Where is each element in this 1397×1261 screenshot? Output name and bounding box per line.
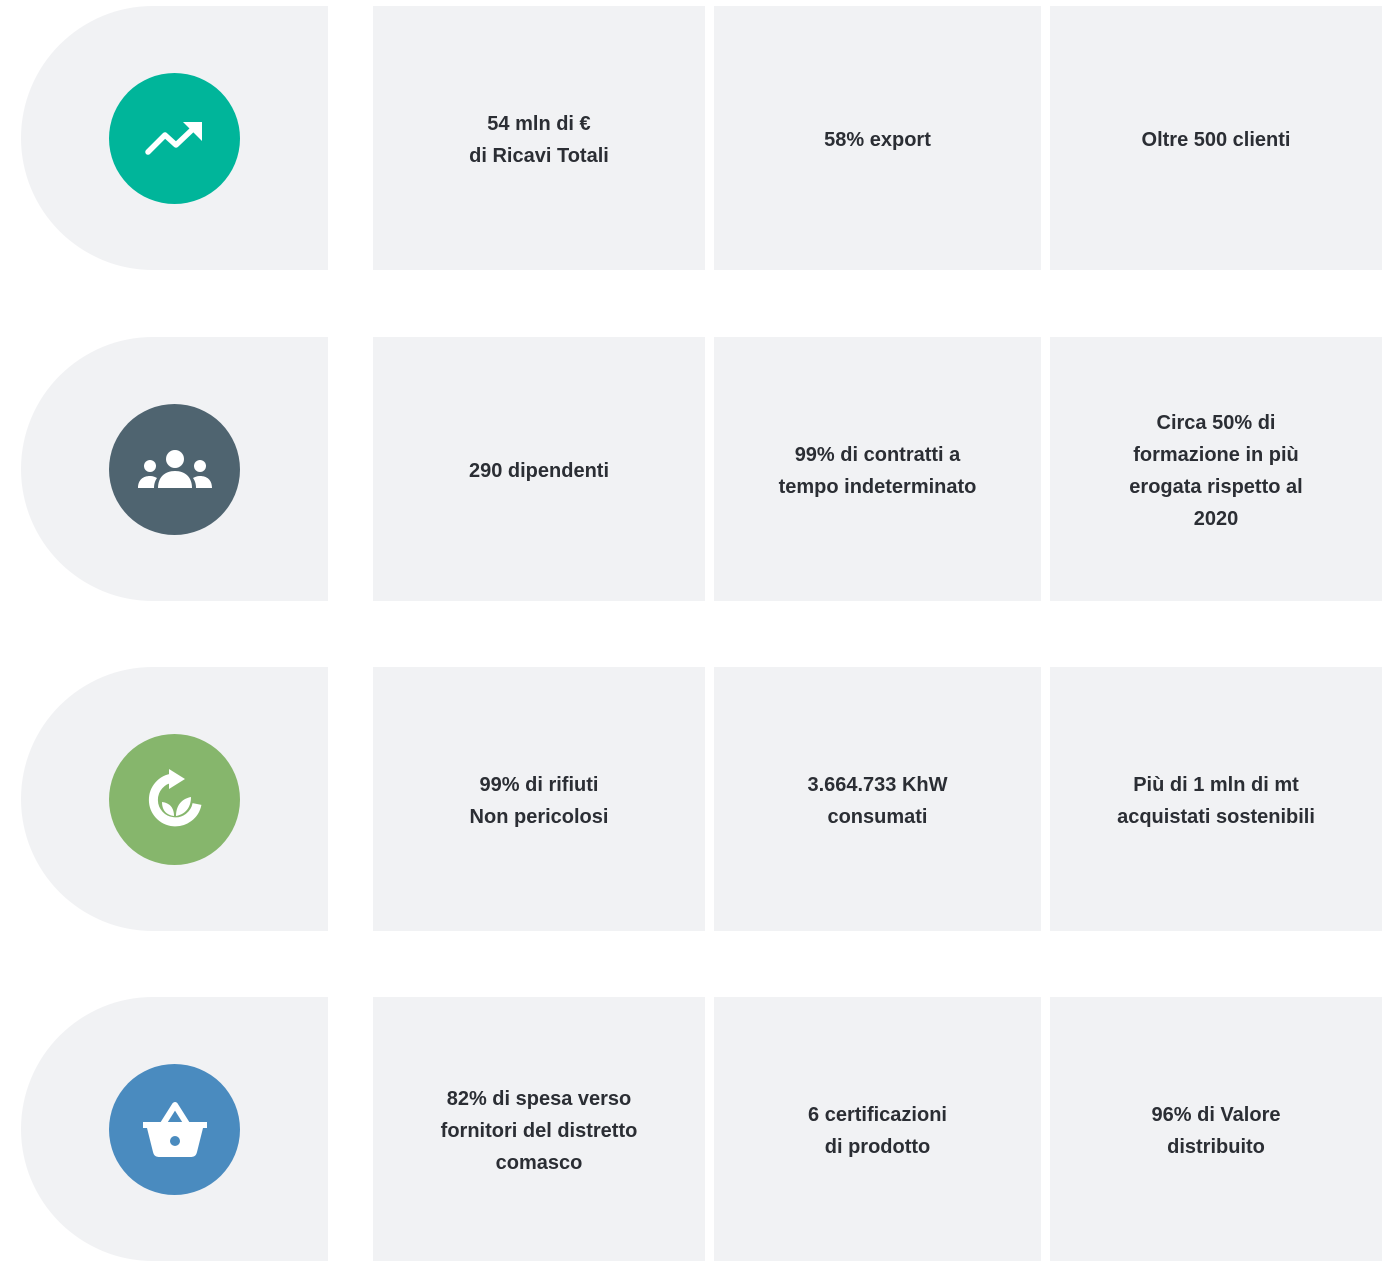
stat-local-suppliers-text: 82% di spesa verso fornitori del distret… xyxy=(440,1088,638,1174)
shopping-basket-icon xyxy=(109,1064,240,1195)
stat-contracts: 99% di contratti a tempo indeterminato xyxy=(714,337,1041,601)
stats-row-social: 290 dipendenti 99% di contratti a tempo … xyxy=(0,337,1397,601)
stat-clients-text: Oltre 500 clienti xyxy=(1141,129,1291,151)
stat-sustainable-purchases-text: Più di 1 mln di mt acquistati sostenibil… xyxy=(1117,774,1315,828)
stat-training-text: Circa 50% di formazione in più erogata r… xyxy=(1129,412,1303,530)
stats-row-economic: 54 mln di € di Ricavi Totali 58% export … xyxy=(0,6,1397,270)
stat-employees: 290 dipendenti xyxy=(373,337,705,601)
stat-waste: 99% di rifiuti Non pericolosi xyxy=(373,667,705,931)
trending-up-icon xyxy=(109,73,240,204)
stats-row-environmental: 99% di rifiuti Non pericolosi 3.664.733 … xyxy=(0,667,1397,931)
icon-panel xyxy=(21,337,328,601)
stat-export: 58% export xyxy=(714,6,1041,270)
people-group-icon xyxy=(109,404,240,535)
stat-clients: Oltre 500 clienti xyxy=(1050,6,1382,270)
icon-panel xyxy=(21,6,328,270)
stat-revenue: 54 mln di € di Ricavi Totali xyxy=(373,6,705,270)
icon-panel xyxy=(21,667,328,931)
stat-sustainable-purchases: Più di 1 mln di mt acquistati sostenibil… xyxy=(1050,667,1382,931)
stats-row-supply-chain: 82% di spesa verso fornitori del distret… xyxy=(0,997,1397,1261)
stat-local-suppliers: 82% di spesa verso fornitori del distret… xyxy=(373,997,705,1261)
stat-distributed-value-text: 96% di Valore distribuito xyxy=(1151,1104,1281,1158)
stat-energy: 3.664.733 KhW consumati xyxy=(714,667,1041,931)
stat-export-text: 58% export xyxy=(824,129,931,151)
icon-panel xyxy=(21,997,328,1261)
stat-energy-text: 3.664.733 KhW consumati xyxy=(807,774,948,828)
stat-distributed-value: 96% di Valore distribuito xyxy=(1050,997,1382,1261)
stat-revenue-text: 54 mln di € di Ricavi Totali xyxy=(469,113,609,167)
stat-certifications-text: 6 certificazioni di prodotto xyxy=(808,1104,947,1158)
eco-recycle-leaf-icon xyxy=(109,734,240,865)
stat-certifications: 6 certificazioni di prodotto xyxy=(714,997,1041,1261)
stat-contracts-text: 99% di contratti a tempo indeterminato xyxy=(778,444,977,498)
stat-waste-text: 99% di rifiuti Non pericolosi xyxy=(469,774,609,828)
stat-employees-text: 290 dipendenti xyxy=(468,460,610,482)
stat-training: Circa 50% di formazione in più erogata r… xyxy=(1050,337,1382,601)
